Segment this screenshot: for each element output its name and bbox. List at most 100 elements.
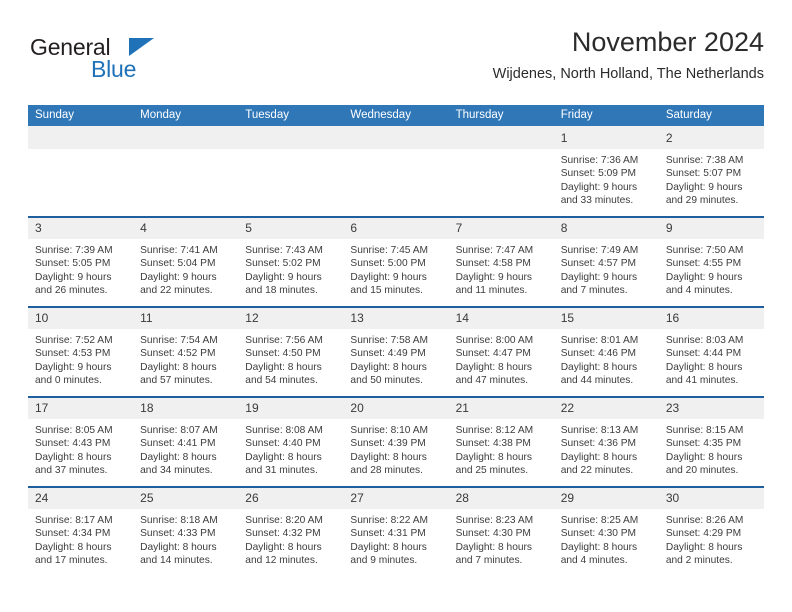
daylight-duration: Daylight: 8 hours and 22 minutes. xyxy=(560,451,638,477)
sunrise-time: Sunrise: 8:25 AM xyxy=(560,515,639,526)
sunrise-time: Sunrise: 8:20 AM xyxy=(245,515,323,526)
sunset-time: Sunset: 5:09 PM xyxy=(560,168,637,180)
day-number: 26 xyxy=(238,488,344,509)
day-number: 17 xyxy=(28,398,134,419)
day-number: 24 xyxy=(28,488,134,509)
calendar-day-cell[interactable]: 13 Sunrise: 7:58 AM Sunset: 4:49 PM Dayligh… xyxy=(343,308,449,396)
calendar-day-cell[interactable]: 29 Sunrise: 8:25 AM Sunset: 4:30 PM Dayligh… xyxy=(553,488,659,576)
day-number xyxy=(28,128,134,149)
calendar-empty-cell xyxy=(28,128,134,216)
calendar-day-cell[interactable]: 21 Sunrise: 8:12 AM Sunset: 4:38 PM Dayligh… xyxy=(448,398,554,486)
day-number: 7 xyxy=(448,218,554,239)
day-number: 3 xyxy=(28,218,134,239)
calendar-day-cell[interactable]: 18 Sunrise: 8:07 AM Sunset: 4:41 PM Dayligh… xyxy=(133,398,239,486)
sunset-time: Sunset: 4:46 PM xyxy=(560,348,637,360)
title-block: November 2024 Wijdenes, North Holland, T… xyxy=(493,26,764,83)
day-number: 28 xyxy=(448,488,554,509)
daylight-duration: Daylight: 8 hours and 2 minutes. xyxy=(665,541,743,567)
calendar-week-row: 24 Sunrise: 8:17 AM Sunset: 4:34 PM Dayligh… xyxy=(28,488,764,576)
day-details: Sunrise: 8:00 AM Sunset: 4:47 PM Daylight:… xyxy=(449,329,554,388)
daylight-duration: Daylight: 8 hours and 20 minutes. xyxy=(665,451,743,477)
daylight-duration: Daylight: 9 hours and 15 minutes. xyxy=(350,271,427,297)
sunrise-time: Sunrise: 8:12 AM xyxy=(455,425,534,436)
calendar-week-row: 17 Sunrise: 8:05 AM Sunset: 4:43 PM Dayligh… xyxy=(28,398,764,486)
calendar-day-cell[interactable]: 19 Sunrise: 8:08 AM Sunset: 4:40 PM Dayligh… xyxy=(238,398,344,486)
calendar-empty-cell xyxy=(343,128,449,216)
daylight-duration: Daylight: 9 hours and 22 minutes. xyxy=(140,271,217,297)
day-details: Sunrise: 8:10 AM Sunset: 4:39 PM Daylight:… xyxy=(343,419,448,478)
calendar-day-cell[interactable]: 12 Sunrise: 7:56 AM Sunset: 4:50 PM Dayligh… xyxy=(238,308,344,396)
calendar-day-cell[interactable]: 6 Sunrise: 7:45 AM Sunset: 5:00 PM Daylight… xyxy=(343,218,449,306)
day-details: Sunrise: 8:18 AM Sunset: 4:33 PM Daylight:… xyxy=(133,509,238,568)
calendar-day-cell[interactable]: 23 Sunrise: 8:15 AM Sunset: 4:35 PM Dayligh… xyxy=(658,398,764,486)
calendar-day-cell[interactable]: 3 Sunrise: 7:39 AM Sunset: 5:05 PM Daylight… xyxy=(28,218,134,306)
calendar-day-cell[interactable]: 27 Sunrise: 8:22 AM Sunset: 4:31 PM Dayligh… xyxy=(343,488,449,576)
sunrise-time: Sunrise: 8:18 AM xyxy=(140,515,218,526)
calendar-day-cell[interactable]: 2 Sunrise: 7:38 AM Sunset: 5:07 PM Daylight… xyxy=(658,128,764,216)
daylight-duration: Daylight: 8 hours and 7 minutes. xyxy=(455,541,533,567)
calendar-day-cell[interactable]: 8 Sunrise: 7:49 AM Sunset: 4:57 PM Daylight… xyxy=(553,218,659,306)
day-number: 5 xyxy=(238,218,344,239)
sunrise-time: Sunrise: 7:41 AM xyxy=(140,245,218,256)
sunrise-time: Sunrise: 7:45 AM xyxy=(350,245,429,256)
day-details: Sunrise: 7:45 AM Sunset: 5:00 PM Daylight:… xyxy=(343,239,448,298)
sunrise-time: Sunrise: 7:38 AM xyxy=(665,155,744,166)
daylight-duration: Daylight: 9 hours and 4 minutes. xyxy=(665,271,743,297)
sunrise-time: Sunrise: 7:39 AM xyxy=(35,245,113,256)
calendar-day-cell[interactable]: 30 Sunrise: 8:26 AM Sunset: 4:29 PM Dayligh… xyxy=(658,488,764,576)
calendar-day-cell[interactable]: 1 Sunrise: 7:36 AM Sunset: 5:09 PM Daylight… xyxy=(553,128,659,216)
day-number: 23 xyxy=(658,398,764,419)
sunrise-time: Sunrise: 8:13 AM xyxy=(560,425,639,436)
day-number: 12 xyxy=(238,308,344,329)
day-details: Sunrise: 7:58 AM Sunset: 4:49 PM Daylight:… xyxy=(343,329,448,388)
sunset-time: Sunset: 5:05 PM xyxy=(35,258,111,270)
calendar-day-cell[interactable]: 28 Sunrise: 8:23 AM Sunset: 4:30 PM Dayligh… xyxy=(448,488,554,576)
day-details: Sunrise: 7:39 AM Sunset: 5:05 PM Daylight:… xyxy=(28,239,133,298)
calendar-day-cell[interactable]: 25 Sunrise: 8:18 AM Sunset: 4:33 PM Dayligh… xyxy=(133,488,239,576)
weekday-header-thursday: Thursday xyxy=(448,105,554,126)
day-number: 19 xyxy=(238,398,344,419)
day-details: Sunrise: 7:47 AM Sunset: 4:58 PM Daylight:… xyxy=(449,239,554,298)
weekday-header-saturday: Saturday xyxy=(658,105,764,126)
daylight-duration: Daylight: 8 hours and 4 minutes. xyxy=(560,541,638,567)
sunrise-time: Sunrise: 8:10 AM xyxy=(350,425,429,436)
calendar-day-cell[interactable]: 15 Sunrise: 8:01 AM Sunset: 4:46 PM Dayligh… xyxy=(553,308,659,396)
calendar-day-cell[interactable]: 10 Sunrise: 7:52 AM Sunset: 4:53 PM Dayligh… xyxy=(28,308,134,396)
weekday-header-row: Sunday Monday Tuesday Wednesday Thursday… xyxy=(28,105,764,126)
calendar-day-cell[interactable]: 26 Sunrise: 8:20 AM Sunset: 4:32 PM Dayligh… xyxy=(238,488,344,576)
brand-logo[interactable]: General Blue xyxy=(28,34,258,90)
calendar-day-cell[interactable]: 22 Sunrise: 8:13 AM Sunset: 4:36 PM Dayligh… xyxy=(553,398,659,486)
page-title: November 2024 xyxy=(571,27,764,57)
sunrise-time: Sunrise: 7:36 AM xyxy=(560,155,639,166)
day-details: Sunrise: 7:43 AM Sunset: 5:02 PM Daylight:… xyxy=(238,239,343,298)
day-number: 15 xyxy=(553,308,659,329)
daylight-duration: Daylight: 8 hours and 37 minutes. xyxy=(35,451,112,477)
calendar-day-cell[interactable]: 9 Sunrise: 7:50 AM Sunset: 4:55 PM Daylight… xyxy=(658,218,764,306)
daylight-duration: Daylight: 8 hours and 47 minutes. xyxy=(455,361,533,387)
sunset-time: Sunset: 4:43 PM xyxy=(35,438,111,450)
sunrise-time: Sunrise: 8:23 AM xyxy=(455,515,534,526)
calendar-day-cell[interactable]: 7 Sunrise: 7:47 AM Sunset: 4:58 PM Daylight… xyxy=(448,218,554,306)
calendar-day-cell[interactable]: 17 Sunrise: 8:05 AM Sunset: 4:43 PM Dayligh… xyxy=(28,398,134,486)
day-details: Sunrise: 7:36 AM Sunset: 5:09 PM Daylight:… xyxy=(554,149,659,208)
day-number: 6 xyxy=(343,218,449,239)
calendar-empty-cell xyxy=(448,128,554,216)
day-details: Sunrise: 8:01 AM Sunset: 4:46 PM Daylight:… xyxy=(554,329,659,388)
calendar-day-cell[interactable]: 4 Sunrise: 7:41 AM Sunset: 5:04 PM Daylight… xyxy=(133,218,239,306)
day-details: Sunrise: 8:23 AM Sunset: 4:30 PM Daylight:… xyxy=(449,509,554,568)
day-details: Sunrise: 8:25 AM Sunset: 4:30 PM Daylight:… xyxy=(554,509,659,568)
sunset-time: Sunset: 4:32 PM xyxy=(245,528,321,540)
day-number: 30 xyxy=(658,488,764,509)
daylight-duration: Daylight: 8 hours and 41 minutes. xyxy=(665,361,743,387)
calendar-day-cell[interactable]: 20 Sunrise: 8:10 AM Sunset: 4:39 PM Dayligh… xyxy=(343,398,449,486)
calendar-day-cell[interactable]: 14 Sunrise: 8:00 AM Sunset: 4:47 PM Dayligh… xyxy=(448,308,554,396)
sunset-time: Sunset: 4:38 PM xyxy=(455,438,531,450)
calendar-day-cell[interactable]: 24 Sunrise: 8:17 AM Sunset: 4:34 PM Dayligh… xyxy=(28,488,134,576)
calendar-day-cell[interactable]: 5 Sunrise: 7:43 AM Sunset: 5:02 PM Daylight… xyxy=(238,218,344,306)
sunset-time: Sunset: 4:39 PM xyxy=(350,438,426,450)
calendar-week-row: 1 Sunrise: 7:36 AM Sunset: 5:09 PM Daylight… xyxy=(28,128,764,216)
calendar-day-cell[interactable]: 16 Sunrise: 8:03 AM Sunset: 4:44 PM Dayligh… xyxy=(658,308,764,396)
day-number: 27 xyxy=(343,488,449,509)
calendar-day-cell[interactable]: 11 Sunrise: 7:54 AM Sunset: 4:52 PM Dayligh… xyxy=(133,308,239,396)
sunrise-time: Sunrise: 7:56 AM xyxy=(245,335,323,346)
